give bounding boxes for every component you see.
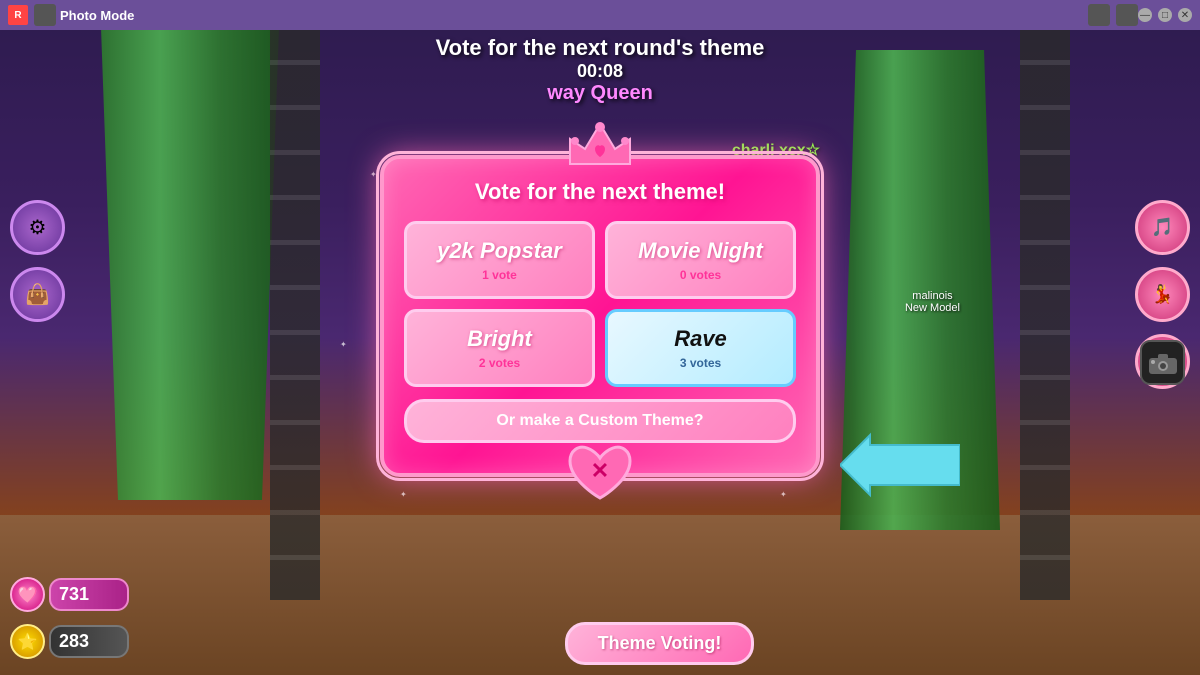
- close-button[interactable]: ✕: [1178, 8, 1192, 22]
- window-controls: — □ ✕: [1138, 8, 1192, 22]
- modal-title: Vote for the next theme!: [404, 179, 796, 205]
- camera-icon-button[interactable]: [1140, 340, 1185, 385]
- titlebar: R Photo Mode — □ ✕: [0, 0, 1200, 30]
- sparkle-4: ✦: [400, 490, 407, 499]
- vote-option-movie[interactable]: Movie Night 0 votes: [605, 221, 796, 299]
- currency-pink: 🩷 731: [10, 577, 129, 612]
- vote-option-bright[interactable]: Bright 2 votes: [404, 309, 595, 387]
- npc-label: malinois New Model: [905, 290, 960, 314]
- currency-yellow: ⭐ 283: [10, 624, 129, 659]
- bottom-hud: 🩷 731 ⭐ 283 Theme Voting!: [0, 595, 1200, 675]
- hud-timer: 00:08: [0, 61, 1200, 82]
- sidebar-left-item-1[interactable]: ⚙: [10, 200, 65, 255]
- crown-decoration: [560, 119, 640, 169]
- vote-option-rave-name: Rave: [620, 326, 781, 352]
- currency-pink-value: 731: [59, 584, 89, 604]
- sidebar-right-item-1[interactable]: 🎵: [1135, 200, 1190, 255]
- titlebar-icon1: [34, 4, 56, 26]
- vote-options-grid: y2k Popstar 1 vote Movie Night 0 votes B…: [404, 221, 796, 387]
- roblox-logo: R: [8, 5, 28, 25]
- minimize-button[interactable]: —: [1138, 8, 1152, 22]
- sparkle-3: ✦: [340, 340, 347, 349]
- vote-option-y2k-votes: 1 vote: [419, 268, 580, 282]
- sparkle-1: ✦: [370, 170, 377, 179]
- currency-yellow-value: 283: [59, 631, 89, 651]
- currency-yellow-icon: ⭐: [10, 624, 45, 659]
- modal-close-heart[interactable]: ✕: [565, 443, 635, 508]
- currency-pink-bar: 731: [49, 578, 129, 611]
- custom-theme-button[interactable]: Or make a Custom Theme?: [404, 399, 796, 443]
- sparkle-5: ✦: [780, 490, 787, 499]
- vote-option-y2k-name: y2k Popstar: [419, 238, 580, 264]
- photo-mode-label: Photo Mode: [60, 8, 134, 23]
- vote-modal: Vote for the next theme! y2k Popstar 1 v…: [380, 155, 820, 477]
- maximize-button[interactable]: □: [1158, 8, 1172, 22]
- vote-option-movie-name: Movie Night: [620, 238, 781, 264]
- vote-option-bright-name: Bright: [419, 326, 580, 352]
- svg-text:✕: ✕: [591, 458, 609, 483]
- titlebar-icon-right2: [1116, 4, 1138, 26]
- vote-option-bright-votes: 2 votes: [419, 356, 580, 370]
- titlebar-icon-right1: [1088, 4, 1110, 26]
- hud-subtitle: way Queen: [0, 82, 1200, 105]
- vote-option-y2k[interactable]: y2k Popstar 1 vote: [404, 221, 595, 299]
- sidebar-left-item-2[interactable]: 👜: [10, 267, 65, 322]
- theme-voting-button[interactable]: Theme Voting!: [565, 622, 755, 665]
- hud-top: Vote for the next round's theme 00:08 wa…: [0, 35, 1200, 105]
- hud-vote-prompt: Vote for the next round's theme: [0, 35, 1200, 61]
- vote-option-rave[interactable]: Rave 3 votes: [605, 309, 796, 387]
- vote-option-movie-votes: 0 votes: [620, 268, 781, 282]
- sidebar-left: ⚙ 👜: [10, 200, 65, 322]
- currency-yellow-bar: 283: [49, 625, 129, 658]
- currency-pink-icon: 🩷: [10, 577, 45, 612]
- vote-option-rave-votes: 3 votes: [620, 356, 781, 370]
- rave-arrow: [840, 430, 960, 505]
- bottom-center: Theme Voting!: [129, 622, 1190, 665]
- sidebar-right-item-2[interactable]: 💃: [1135, 267, 1190, 322]
